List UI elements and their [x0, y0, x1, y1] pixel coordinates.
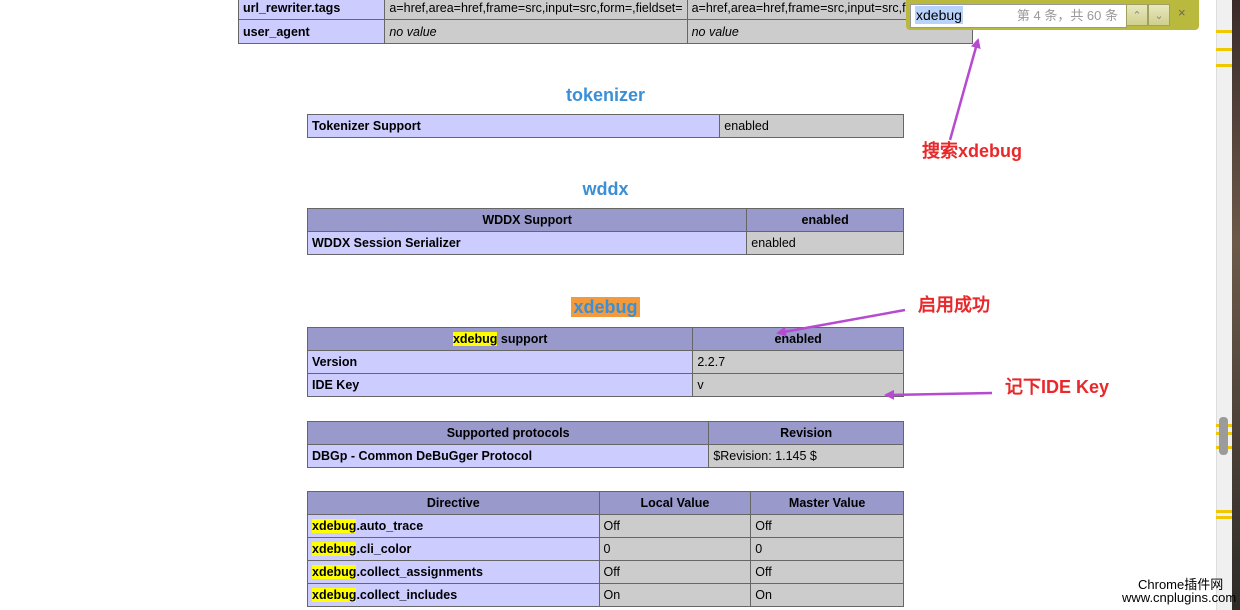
watermark-url: www.cnplugins.com	[1122, 590, 1237, 605]
row-name: IDE Key	[306, 373, 694, 397]
header-name-rest: support	[497, 332, 548, 346]
chevron-down-icon: ⌄	[1154, 10, 1164, 22]
search-match: xdebug	[312, 588, 357, 602]
search-tick-mark	[1216, 48, 1232, 51]
annotation-enabled: 启用成功	[918, 295, 990, 315]
table-row: url_rewriter.tags a=href,area=href,frame…	[237, 0, 974, 20]
search-tick-mark	[1216, 510, 1232, 513]
search-tick-mark	[1216, 64, 1232, 67]
master-value: Off	[750, 514, 904, 538]
header-local: Local Value	[598, 491, 752, 515]
local-value: On	[598, 583, 752, 607]
header-name: Supported protocols	[306, 421, 710, 445]
section-title-wddx: wddx	[582, 179, 629, 199]
header-name: WDDX Support	[306, 208, 748, 232]
master-value: 0	[750, 537, 904, 561]
xdebug-support-table: xdebug support enabled Version 2.2.7 IDE…	[306, 327, 904, 397]
row-value: 2.2.7	[692, 350, 904, 374]
directive-name: xdebug.collect_assignments	[307, 560, 600, 584]
search-tick-mark	[1216, 516, 1232, 519]
directive-name: xdebug.cli_color	[307, 537, 600, 561]
search-match: xdebug	[312, 519, 357, 533]
section-title-tokenizer: tokenizer	[565, 85, 646, 105]
table-row: Tokenizer Support enabled	[306, 114, 904, 138]
scrollbar-thumb[interactable]	[1219, 417, 1228, 455]
row-name: WDDX Session Serializer	[306, 231, 748, 255]
directive-name: user_agent	[237, 19, 386, 44]
header-master: Master Value	[750, 491, 904, 515]
header-value: Revision	[708, 421, 904, 445]
directive-suffix: .collect_includes	[356, 588, 458, 602]
table-header: xdebug support enabled	[306, 327, 904, 351]
find-prev-button[interactable]: ⌃	[1126, 4, 1148, 26]
row-name: Version	[306, 350, 694, 374]
find-next-button[interactable]: ⌄	[1148, 4, 1170, 26]
search-tick-mark	[1216, 30, 1232, 33]
master-value: Off	[750, 560, 904, 584]
directives-table: Directive Local Value Master Value xdebu…	[307, 491, 904, 607]
local-value: no value	[384, 19, 688, 44]
table-row: DBGp - Common DeBuGger Protocol $Revisio…	[306, 444, 904, 468]
desktop-edge	[1232, 0, 1240, 610]
table-row: IDE Key v	[306, 373, 904, 397]
row-value: enabled	[746, 231, 904, 255]
header-value: enabled	[746, 208, 904, 232]
row-value: v	[692, 373, 904, 397]
directive-name: xdebug.auto_trace	[307, 514, 600, 538]
row-name: DBGp - Common DeBuGger Protocol	[306, 444, 710, 468]
table-row: xdebug.collect_assignments Off Off	[307, 560, 904, 584]
row-value: enabled	[719, 114, 904, 138]
directive-name: url_rewriter.tags	[237, 0, 386, 20]
table-row: user_agent no value no value	[237, 19, 974, 44]
header-name: xdebug support	[306, 327, 694, 351]
local-value: 0	[598, 537, 752, 561]
find-input[interactable]: xdebug 第 4 条，共 60 条	[910, 4, 1127, 28]
find-match-count: 第 4 条，共 60 条	[1016, 8, 1118, 23]
header-value: enabled	[692, 327, 904, 351]
table-header: Supported protocols Revision	[306, 421, 904, 445]
annotation-idekey: 记下IDE Key	[1005, 377, 1110, 397]
wddx-table: WDDX Support enabled WDDX Session Serial…	[306, 208, 904, 255]
local-value: Off	[598, 514, 752, 538]
find-query[interactable]: xdebug	[915, 6, 963, 24]
protocols-table: Supported protocols Revision DBGp - Comm…	[306, 421, 904, 468]
directive-suffix: .cli_color	[356, 542, 412, 556]
section-title-xdebug: xdebug	[307, 297, 904, 318]
directive-name: xdebug.collect_includes	[307, 583, 600, 607]
directive-suffix: .collect_assignments	[356, 565, 483, 579]
chevron-up-icon: ⌃	[1132, 10, 1142, 22]
header-directive: Directive	[307, 491, 600, 515]
master-value: On	[750, 583, 904, 607]
local-value: Off	[598, 560, 752, 584]
row-value: $Revision: 1.145 $	[708, 444, 904, 468]
top-config-table: url_rewriter.tags a=href,area=href,frame…	[237, 0, 974, 44]
arrow-to-findbar	[948, 38, 981, 141]
close-icon: ×	[1178, 5, 1186, 20]
table-row: Version 2.2.7	[306, 350, 904, 374]
table-row: WDDX Session Serializer enabled	[306, 231, 904, 255]
search-match-current: xdebug	[571, 297, 640, 317]
table-header: WDDX Support enabled	[306, 208, 904, 232]
table-row: xdebug.cli_color 0 0	[307, 537, 904, 561]
row-name: Tokenizer Support	[306, 114, 721, 138]
search-match: xdebug	[312, 565, 357, 579]
directive-suffix: .auto_trace	[356, 519, 424, 533]
tokenizer-table: Tokenizer Support enabled	[306, 114, 904, 138]
search-match: xdebug	[452, 332, 498, 346]
search-match: xdebug	[312, 542, 357, 556]
table-row: xdebug.collect_includes On On	[307, 583, 904, 607]
annotation-search: 搜索xdebug	[922, 141, 1023, 161]
local-value: a=href,area=href,frame=src,input=src,for…	[384, 0, 688, 20]
find-close-button[interactable]: ×	[1178, 5, 1186, 20]
table-row: xdebug.auto_trace Off Off	[307, 514, 904, 538]
table-header: Directive Local Value Master Value	[307, 491, 904, 515]
